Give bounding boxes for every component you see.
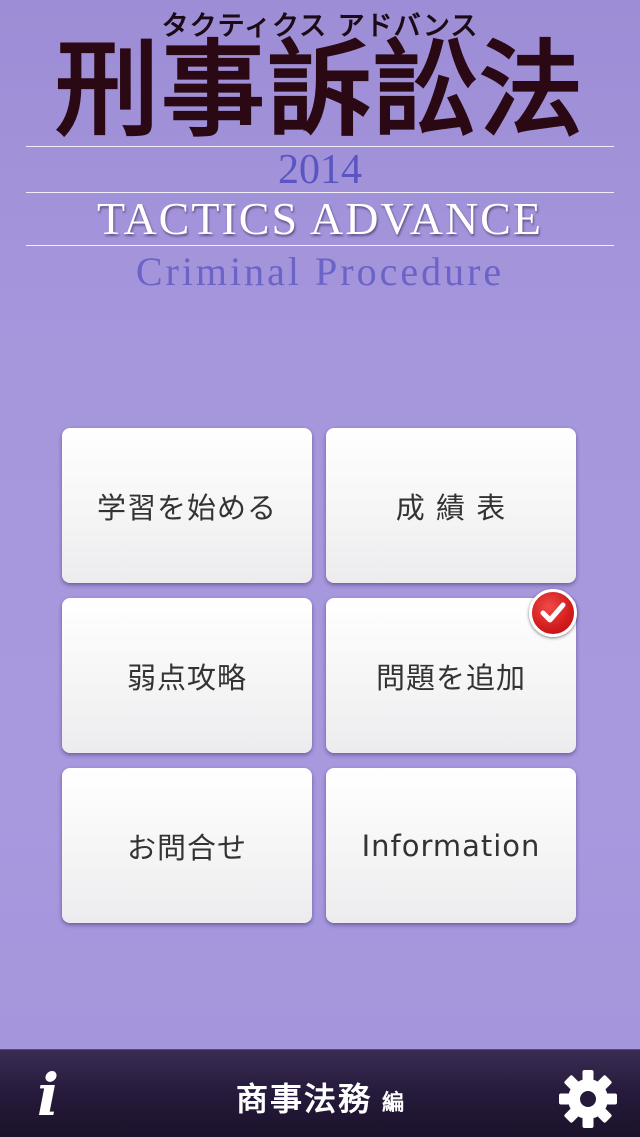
kanji-title: 刑事訴訟法 xyxy=(54,28,585,151)
section-title-main: 商事法務 xyxy=(235,1080,372,1118)
score-table-label: 成 績 表 xyxy=(395,490,507,525)
check-badge-icon xyxy=(529,589,577,637)
add-questions-label: 問題を追加 xyxy=(375,660,526,695)
publisher-section-title: 商事法務編 xyxy=(0,1074,640,1120)
section-title-suffix: 編 xyxy=(382,1091,405,1116)
weak-points-label: 弱点攻略 xyxy=(126,660,247,695)
series-title: TACTICS ADVANCE xyxy=(97,193,543,244)
weak-points-button[interactable]: 弱点攻略 xyxy=(62,598,312,753)
contact-label: お問合せ xyxy=(126,830,247,865)
subject-english-title: Criminal Procedure xyxy=(135,249,505,294)
information-label: Information xyxy=(361,828,541,863)
score-table-button[interactable]: 成 績 表 xyxy=(326,428,576,583)
app-header: タクティクス アドバンス 刑事訴訟法 2014 TACTICS ADVANCE … xyxy=(0,0,640,300)
information-button[interactable]: Information xyxy=(326,768,576,923)
divider-bottom xyxy=(26,245,614,246)
bottom-toolbar: i 商事法務編 xyxy=(0,1049,640,1137)
contact-button[interactable]: お問合せ xyxy=(62,768,312,923)
start-study-label: 学習を始める xyxy=(96,490,277,525)
start-study-button[interactable]: 学習を始める xyxy=(62,428,312,583)
edition-year: 2014 xyxy=(278,147,362,193)
gear-icon[interactable] xyxy=(557,1068,619,1130)
